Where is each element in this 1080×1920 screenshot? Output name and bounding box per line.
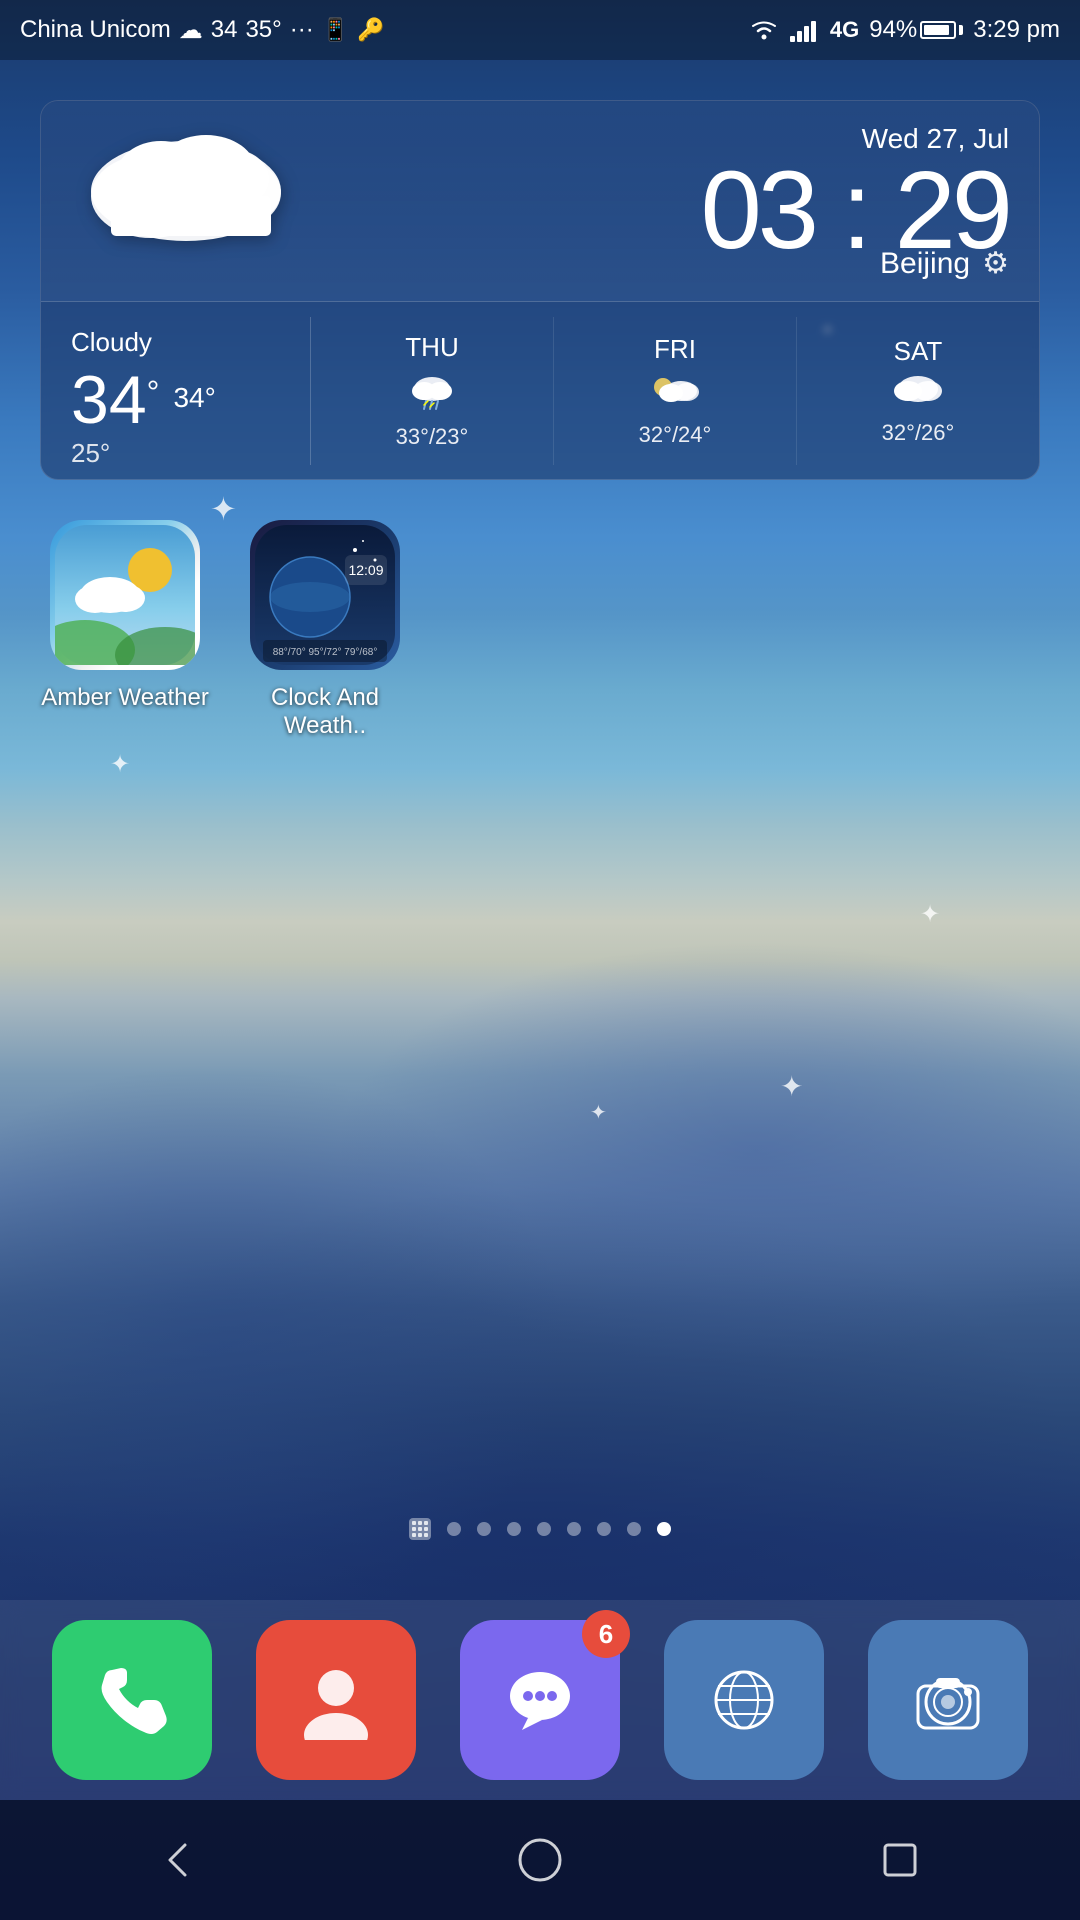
weather-status-icon: ☁ xyxy=(179,16,203,45)
today-temp-display: 34 ° 34° xyxy=(71,366,280,434)
thu-label: THU xyxy=(405,332,458,363)
dock-browser[interactable] xyxy=(664,1620,824,1780)
browser-icon[interactable] xyxy=(664,1620,824,1780)
svg-text:88°/70° 95°/72° 79°/68°: 88°/70° 95°/72° 79°/68° xyxy=(273,647,378,658)
weather-widget[interactable]: Wed 27, Jul 03 : 29 Beijing ⚙ Cloudy 34 … xyxy=(40,100,1040,480)
clock-weather-label: Clock And Weath.. xyxy=(240,684,410,740)
key-icon: 🔑 xyxy=(357,17,384,43)
app-clock-weather[interactable]: 12:09 88°/70° 95°/72° 79°/68° Clock And … xyxy=(240,520,410,740)
clock-weather-icon[interactable]: 12:09 88°/70° 95°/72° 79°/68° xyxy=(250,520,400,670)
page-dot-1[interactable] xyxy=(447,1522,461,1536)
status-temp: 34 xyxy=(211,16,238,44)
thu-temps: 33°/23° xyxy=(396,424,469,450)
today-high: 34° xyxy=(173,384,215,412)
app-amber-weather[interactable]: Amber Weather xyxy=(40,520,210,740)
widget-top: Wed 27, Jul 03 : 29 Beijing ⚙ xyxy=(41,101,1039,301)
recent-button[interactable] xyxy=(860,1820,940,1900)
forecast-fri: FRI 32°/24° xyxy=(554,317,797,465)
rotate-icon: 📱 xyxy=(322,17,349,43)
today-weather: Cloudy 34 ° 34° 25° xyxy=(41,317,311,465)
camera-icon[interactable] xyxy=(868,1620,1028,1780)
settings-icon[interactable]: ⚙ xyxy=(982,246,1009,281)
amber-weather-icon[interactable] xyxy=(50,520,200,670)
sparkle-4: ✦ xyxy=(590,1100,607,1125)
generation-badge: 4G xyxy=(830,17,859,43)
sat-temps: 32°/26° xyxy=(882,420,955,446)
sparkle-6: ✦ xyxy=(920,900,940,929)
page-dot-4[interactable] xyxy=(537,1522,551,1536)
page-dot-active[interactable] xyxy=(657,1522,671,1536)
page-apps-grid[interactable] xyxy=(409,1518,431,1540)
home-button[interactable] xyxy=(500,1820,580,1900)
wifi-icon xyxy=(748,18,780,42)
svg-text:12:09: 12:09 xyxy=(348,562,383,578)
widget-city: Beijing ⚙ xyxy=(880,246,1009,281)
carrier-name: China Unicom xyxy=(20,16,171,44)
dock-contacts[interactable] xyxy=(256,1620,416,1780)
page-indicators xyxy=(0,1518,1080,1540)
weather-cloud-image xyxy=(71,121,301,266)
messages-badge: 6 xyxy=(582,1610,630,1658)
forecast-thu: THU 33°/23° xyxy=(311,317,554,465)
sat-icon xyxy=(892,371,944,416)
status-high-temp: 35° xyxy=(245,16,281,44)
thu-icon xyxy=(406,367,458,420)
page-dot-5[interactable] xyxy=(567,1522,581,1536)
fri-temps: 32°/24° xyxy=(639,422,712,448)
widget-bottom: Cloudy 34 ° 34° 25° THU xyxy=(41,302,1039,480)
battery-percent: 94% xyxy=(869,16,917,44)
fri-icon xyxy=(649,369,701,418)
page-dot-6[interactable] xyxy=(597,1522,611,1536)
phone-icon[interactable] xyxy=(52,1620,212,1780)
degree-symbol: ° xyxy=(147,376,160,408)
status-right: 4G 94% 3:29 pm xyxy=(748,16,1060,44)
dock: 6 xyxy=(0,1600,1080,1800)
today-low: 25° xyxy=(71,438,280,469)
contacts-icon[interactable] xyxy=(256,1620,416,1780)
city-name: Beijing xyxy=(880,247,970,281)
sat-label: SAT xyxy=(894,336,943,367)
sparkle-2: ✦ xyxy=(780,1070,803,1103)
apps-grid: Amber Weather xyxy=(40,520,410,740)
status-bar: China Unicom ☁ 34 35° ··· 📱 🔑 4G xyxy=(0,0,1080,60)
battery-indicator: 94% xyxy=(869,16,963,44)
dock-camera[interactable] xyxy=(868,1620,1028,1780)
clock-time: 3:29 pm xyxy=(973,16,1060,44)
dock-messages[interactable]: 6 xyxy=(460,1620,620,1780)
status-left: China Unicom ☁ 34 35° ··· 📱 🔑 xyxy=(20,16,385,45)
page-dot-2[interactable] xyxy=(477,1522,491,1536)
forecast-days: THU 33°/23° xyxy=(311,317,1039,465)
nav-bar xyxy=(0,1800,1080,1920)
dock-phone[interactable] xyxy=(52,1620,212,1780)
amber-weather-label: Amber Weather xyxy=(41,684,209,712)
signal-icon xyxy=(790,18,820,42)
sparkle-3: ✦ xyxy=(110,750,130,779)
fri-label: FRI xyxy=(654,334,696,365)
wallpaper: ✦ ✦ ✦ ✦ ✦ ✦ China Unicom ☁ 34 35° ··· 📱 … xyxy=(0,0,1080,1920)
forecast-sat: SAT 32°/26° xyxy=(797,317,1039,465)
today-current-temp: 34 xyxy=(71,366,147,434)
today-condition: Cloudy xyxy=(71,327,280,358)
status-dots: ··· xyxy=(290,16,314,44)
page-dot-7[interactable] xyxy=(627,1522,641,1536)
page-dot-3[interactable] xyxy=(507,1522,521,1536)
back-button[interactable] xyxy=(140,1820,220,1900)
